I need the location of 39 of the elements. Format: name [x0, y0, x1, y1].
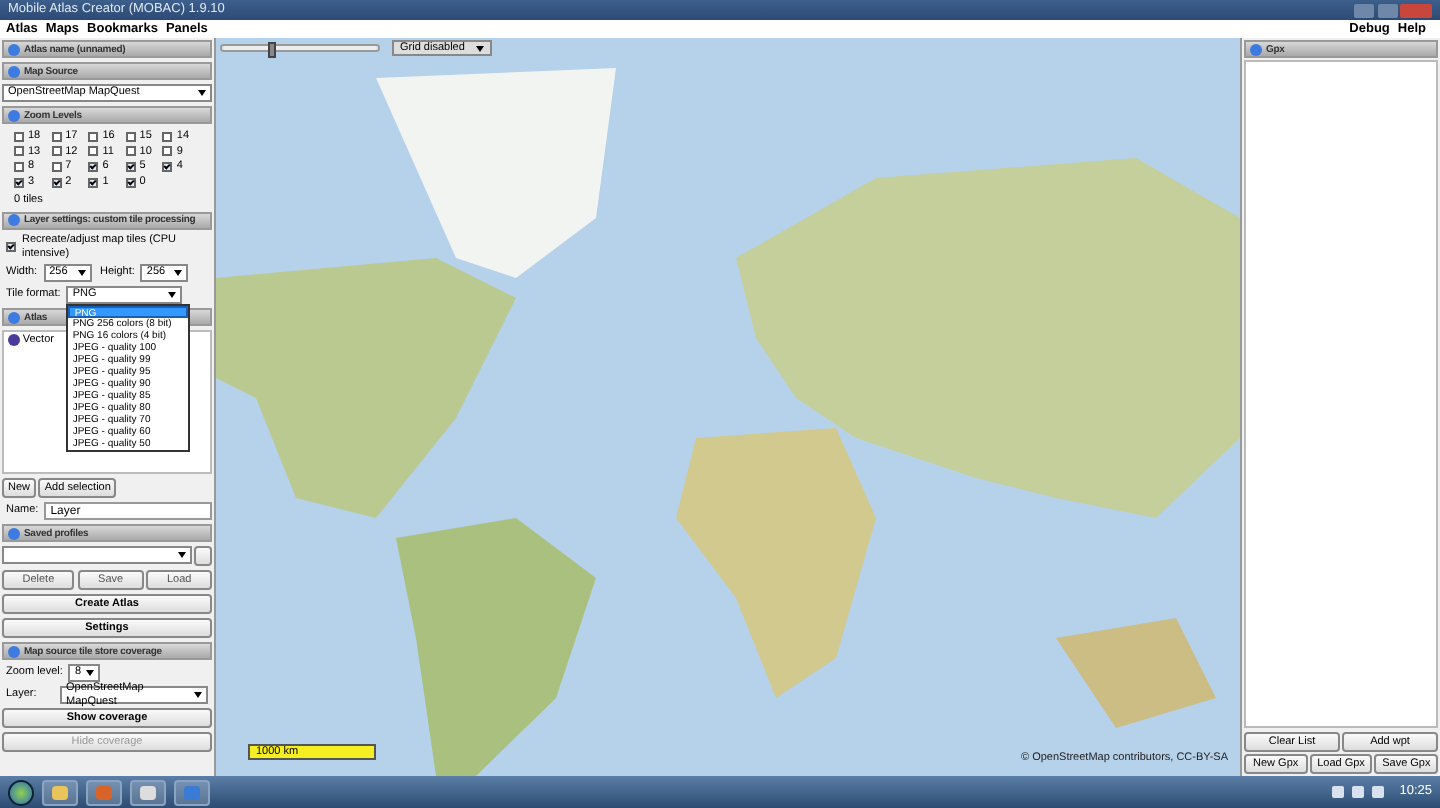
checkbox[interactable]: [88, 161, 99, 172]
checkbox[interactable]: [162, 161, 173, 172]
checkbox[interactable]: [51, 146, 62, 157]
checkbox[interactable]: [125, 146, 136, 157]
panel-icon: [8, 214, 20, 227]
caret-icon: [177, 552, 186, 559]
taskbar-app-icon[interactable]: [130, 779, 166, 805]
slider-thumb[interactable]: [267, 42, 276, 58]
checkbox[interactable]: [88, 177, 99, 188]
checkbox[interactable]: [162, 146, 173, 157]
checkbox[interactable]: [14, 131, 24, 142]
panel-icon: [8, 527, 20, 540]
globe-icon: [8, 334, 20, 347]
caret-icon: [168, 292, 177, 299]
checkbox[interactable]: [88, 146, 99, 157]
start-button[interactable]: [8, 779, 34, 805]
checkbox[interactable]: [162, 131, 173, 142]
checkbox[interactable]: [6, 242, 16, 253]
caret-icon: [194, 692, 202, 699]
checkbox[interactable]: [51, 161, 62, 172]
checkbox[interactable]: [14, 146, 24, 157]
checkbox[interactable]: [14, 177, 24, 188]
panel-icon: [1250, 43, 1262, 55]
caret-icon: [174, 270, 183, 277]
caret-icon: [476, 45, 485, 51]
panel-icon: [8, 645, 20, 658]
profile-dropdown[interactable]: [2, 546, 192, 565]
checkbox[interactable]: [51, 131, 62, 142]
caret-icon: [198, 90, 206, 96]
panel-icon: [8, 311, 20, 324]
caret-icon: [86, 670, 95, 677]
checkbox[interactable]: [51, 177, 62, 188]
checkbox[interactable]: [14, 161, 24, 172]
panel-icon: [8, 109, 20, 121]
checkbox[interactable]: [125, 131, 136, 142]
checkbox[interactable]: [125, 177, 136, 188]
checkbox[interactable]: [125, 161, 136, 172]
checkbox[interactable]: [88, 131, 99, 142]
caret-icon: [77, 270, 86, 277]
